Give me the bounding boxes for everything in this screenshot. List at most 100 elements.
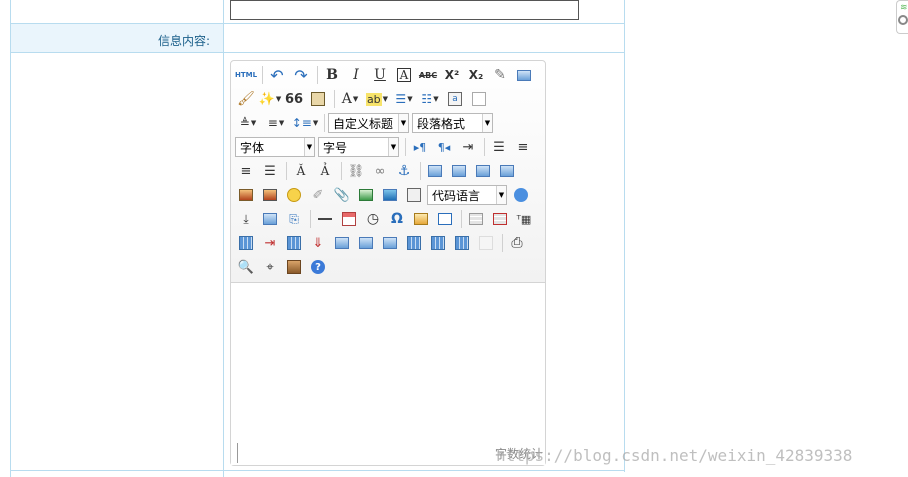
- insert-table-icon[interactable]: [465, 209, 487, 229]
- simple-upload-icon[interactable]: [235, 185, 257, 205]
- font-border-glyph: A: [397, 68, 411, 82]
- image-float-right-icon[interactable]: [472, 161, 494, 181]
- insert-image-icon[interactable]: [259, 185, 281, 205]
- custom-title-select[interactable]: 自定义标题 ▼: [328, 113, 409, 133]
- insert-video-icon[interactable]: [355, 185, 377, 205]
- split-to-rows-icon[interactable]: [427, 233, 449, 253]
- font-family-value: 字体: [240, 140, 265, 155]
- merge-right-icon[interactable]: [355, 233, 377, 253]
- insert-frame-glyph: [383, 189, 397, 201]
- editor-content-area[interactable]: 字数统计: [231, 283, 545, 465]
- bold-icon[interactable]: B: [321, 65, 343, 85]
- font-size-select[interactable]: 字号 ▼: [318, 137, 399, 157]
- font-border-icon[interactable]: A: [393, 65, 415, 85]
- preview-icon[interactable]: [513, 65, 535, 85]
- template-icon[interactable]: [403, 185, 425, 205]
- table-border: [10, 23, 624, 24]
- clear-doc-icon[interactable]: [468, 89, 490, 109]
- attachment-icon[interactable]: 📎: [331, 185, 353, 205]
- special-chars-icon[interactable]: Ω: [386, 209, 408, 229]
- select-all-icon[interactable]: a: [444, 89, 466, 109]
- align-right-icon[interactable]: ≡: [235, 161, 257, 181]
- link-icon[interactable]: ⛓: [345, 161, 367, 181]
- uppercase-icon[interactable]: Ǎ: [290, 161, 312, 181]
- charts-icon[interactable]: [475, 233, 497, 253]
- ordered-list-icon[interactable]: ☰ ▼: [392, 89, 416, 109]
- italic-icon[interactable]: I: [345, 65, 367, 85]
- subscript-icon[interactable]: X₂: [465, 65, 487, 85]
- image-center-icon[interactable]: [496, 161, 518, 181]
- anchor-icon[interactable]: ⚓: [393, 161, 415, 181]
- align-center-icon[interactable]: ≡: [512, 137, 534, 157]
- ltr-direction-icon[interactable]: ▸¶: [409, 137, 431, 157]
- paste-text-icon[interactable]: [307, 89, 329, 109]
- map-icon[interactable]: [410, 209, 432, 229]
- web-glyph: [514, 188, 528, 202]
- time-icon[interactable]: ◷: [362, 209, 384, 229]
- emotion-icon[interactable]: [283, 185, 305, 205]
- unordered-list-icon[interactable]: ☷ ▼: [418, 89, 442, 109]
- insert-frame-icon[interactable]: [379, 185, 401, 205]
- delete-row-icon[interactable]: ⇥: [259, 233, 281, 253]
- html-icon[interactable]: HTML: [235, 65, 257, 85]
- title-input[interactable]: [230, 0, 579, 20]
- lowercase-icon[interactable]: Ả: [314, 161, 336, 181]
- format-painter-icon[interactable]: 🖌: [235, 89, 257, 109]
- scrawl-icon[interactable]: ✐: [307, 185, 329, 205]
- delete-table-icon[interactable]: [489, 209, 511, 229]
- date-icon[interactable]: [338, 209, 360, 229]
- row-spacing-top-icon[interactable]: ≜ ▼: [235, 113, 261, 133]
- auto-format-icon[interactable]: ✨ ▼: [259, 89, 282, 109]
- web-icon[interactable]: [510, 185, 532, 205]
- split-to-cells-icon[interactable]: [403, 233, 425, 253]
- merge-right-glyph: [359, 237, 373, 249]
- unlink-icon[interactable]: ∞: [369, 161, 391, 181]
- insert-paragraph-before-table-icon[interactable]: ᵀ▦: [513, 209, 535, 229]
- split-to-cols-icon[interactable]: [451, 233, 473, 253]
- insert-video-glyph: [359, 189, 373, 201]
- print-icon[interactable]: ⎙: [506, 233, 528, 253]
- page-break-icon[interactable]: ⤓: [235, 209, 257, 229]
- underline-icon[interactable]: U: [369, 65, 391, 85]
- preview-search-icon[interactable]: 🔍: [235, 257, 257, 277]
- blockquote-icon[interactable]: 66: [283, 89, 305, 109]
- horizontal-rule-icon[interactable]: [314, 209, 336, 229]
- table-border: [624, 0, 625, 472]
- delete-col-icon[interactable]: ⇓: [307, 233, 329, 253]
- insert-row-icon[interactable]: [235, 233, 257, 253]
- background-icon[interactable]: ⎘: [283, 209, 305, 229]
- strikethrough-icon[interactable]: ABC: [417, 65, 439, 85]
- rtl-direction-icon[interactable]: ¶◂: [433, 137, 455, 157]
- side-float-widget[interactable]: ≋: [896, 0, 908, 34]
- drafts-icon[interactable]: [283, 257, 305, 277]
- merge-cells-icon[interactable]: [331, 233, 353, 253]
- separator: [324, 114, 325, 132]
- merge-down-icon[interactable]: [379, 233, 401, 253]
- code-language-select[interactable]: 代码语言 ▼: [427, 185, 507, 205]
- select-all-glyph: a: [448, 92, 462, 106]
- paragraph-format-select[interactable]: 段落格式 ▼: [412, 113, 493, 133]
- line-height-icon[interactable]: ↕≡ ▼: [291, 113, 319, 133]
- preview-glyph: [517, 69, 531, 81]
- custom-title-value: 自定义标题: [333, 116, 394, 131]
- image-float-none-icon[interactable]: [424, 161, 446, 181]
- eraser-icon[interactable]: ✎: [489, 65, 511, 85]
- search-replace-icon[interactable]: ⌖: [259, 257, 281, 277]
- redo-icon[interactable]: ↷: [290, 65, 312, 85]
- superscript-icon[interactable]: X²: [441, 65, 463, 85]
- font-family-select[interactable]: 字体 ▼: [235, 137, 315, 157]
- wordimage-icon[interactable]: [259, 209, 281, 229]
- row-spacing-bottom-icon[interactable]: ≡ ▼: [263, 113, 289, 133]
- image-float-left-icon[interactable]: [448, 161, 470, 181]
- font-color-icon[interactable]: A ▼: [338, 89, 362, 109]
- undo-icon[interactable]: ↶: [266, 65, 288, 85]
- indent-icon[interactable]: ⇥: [457, 137, 479, 157]
- insert-col-icon[interactable]: [283, 233, 305, 253]
- word-paste-icon[interactable]: [434, 209, 456, 229]
- background-color-icon[interactable]: ab ▼: [364, 89, 390, 109]
- align-justify-icon[interactable]: ☰: [259, 161, 281, 181]
- simple-upload-glyph: [239, 189, 253, 201]
- paragraph-format-value: 段落格式: [417, 116, 466, 131]
- align-left-icon[interactable]: ☰: [488, 137, 510, 157]
- help-icon[interactable]: ?: [307, 257, 329, 277]
